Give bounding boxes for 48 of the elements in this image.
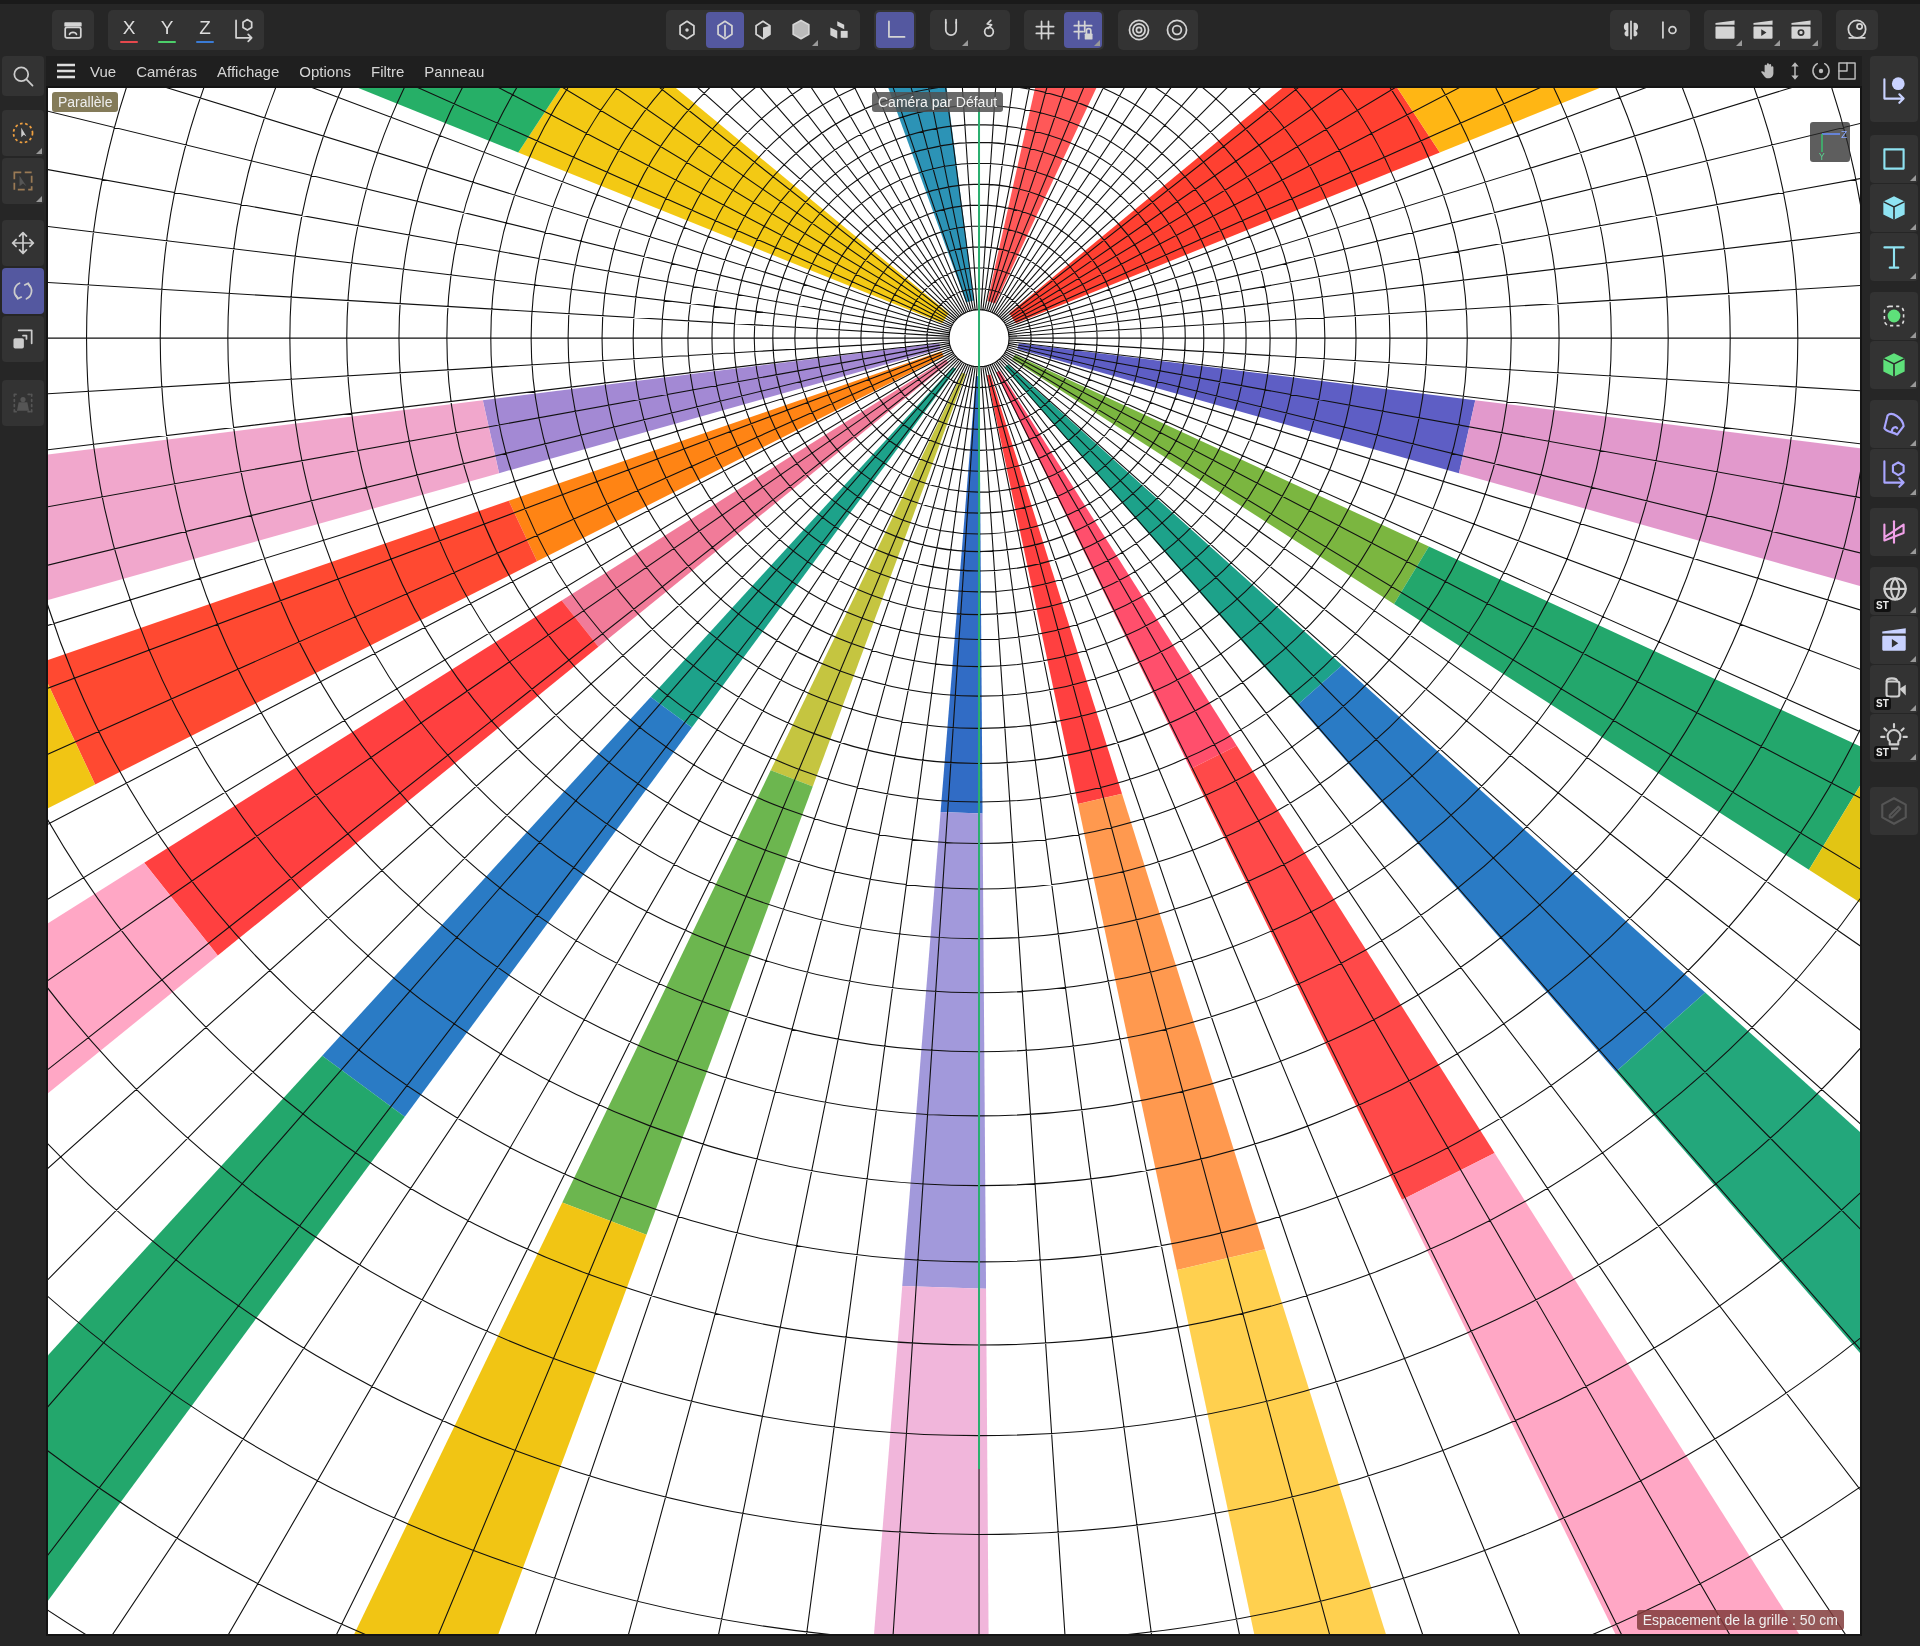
weight-icon: [10, 390, 36, 416]
axis-toggle-button[interactable]: Z: [186, 12, 224, 48]
target-icon: [1126, 17, 1152, 43]
tool-button[interactable]: [2, 110, 44, 156]
orbit-icon[interactable]: [1810, 60, 1832, 82]
object-tool-button[interactable]: [1870, 616, 1918, 664]
menu-item[interactable]: Vue: [90, 62, 117, 80]
st-badge: ST: [1874, 599, 1891, 612]
axis-gizmo-icon: Z Y: [1810, 122, 1850, 162]
st-badge: ST: [1874, 697, 1891, 710]
axis-toggle-button[interactable]: Y: [148, 12, 186, 48]
object-tool-button[interactable]: [1870, 508, 1918, 556]
move-arrows-icon: [10, 230, 36, 256]
object-tool-button[interactable]: [1870, 135, 1918, 183]
menu-item[interactable]: Filtre: [371, 62, 405, 80]
object-tool-button[interactable]: [1870, 341, 1918, 389]
menu-item[interactable]: Caméras: [136, 62, 197, 80]
object-tool-button[interactable]: [1870, 292, 1918, 340]
search-button[interactable]: [2, 56, 44, 96]
tool-button[interactable]: [2, 268, 44, 314]
toolbar-button[interactable]: [1064, 12, 1102, 48]
tool-button[interactable]: [2, 220, 44, 266]
projection-label[interactable]: Parallèle: [52, 92, 119, 112]
dashed-circle-cursor-icon: [10, 120, 36, 146]
st-badge: ST: [1874, 746, 1891, 759]
object-tool-button[interactable]: [1870, 184, 1918, 232]
object-tool-button[interactable]: [1870, 400, 1918, 448]
toolbar-button[interactable]: [706, 12, 744, 48]
object-tool-button[interactable]: ST: [1870, 714, 1918, 762]
object-tool-button[interactable]: [1870, 449, 1918, 497]
menu-icon[interactable]: [56, 63, 76, 79]
axis-toggle-button[interactable]: X: [110, 12, 148, 48]
object-tool-button[interactable]: [1870, 56, 1918, 122]
pencil-hexagon-icon: [1878, 795, 1910, 827]
search-icon: [10, 63, 36, 89]
menu-item[interactable]: Options: [299, 62, 351, 80]
menu-item[interactable]: Panneau: [424, 62, 485, 80]
scale-icon: [10, 326, 36, 352]
grid-icon: [1032, 17, 1058, 43]
tool-button[interactable]: [2, 316, 44, 362]
object-tool-button[interactable]: ST: [1870, 567, 1918, 615]
dashed-box-cursor-icon: [10, 168, 36, 194]
object-tool-button[interactable]: ST: [1870, 665, 1918, 713]
grid-spacing-label: Espacement de la grille : 50 cm: [1636, 1610, 1844, 1630]
object-tool-button[interactable]: [1870, 233, 1918, 281]
maximize-icon[interactable]: [1836, 60, 1858, 82]
menu-item[interactable]: Affichage: [217, 62, 280, 80]
camera-label[interactable]: Caméra par Défaut: [872, 92, 1004, 112]
